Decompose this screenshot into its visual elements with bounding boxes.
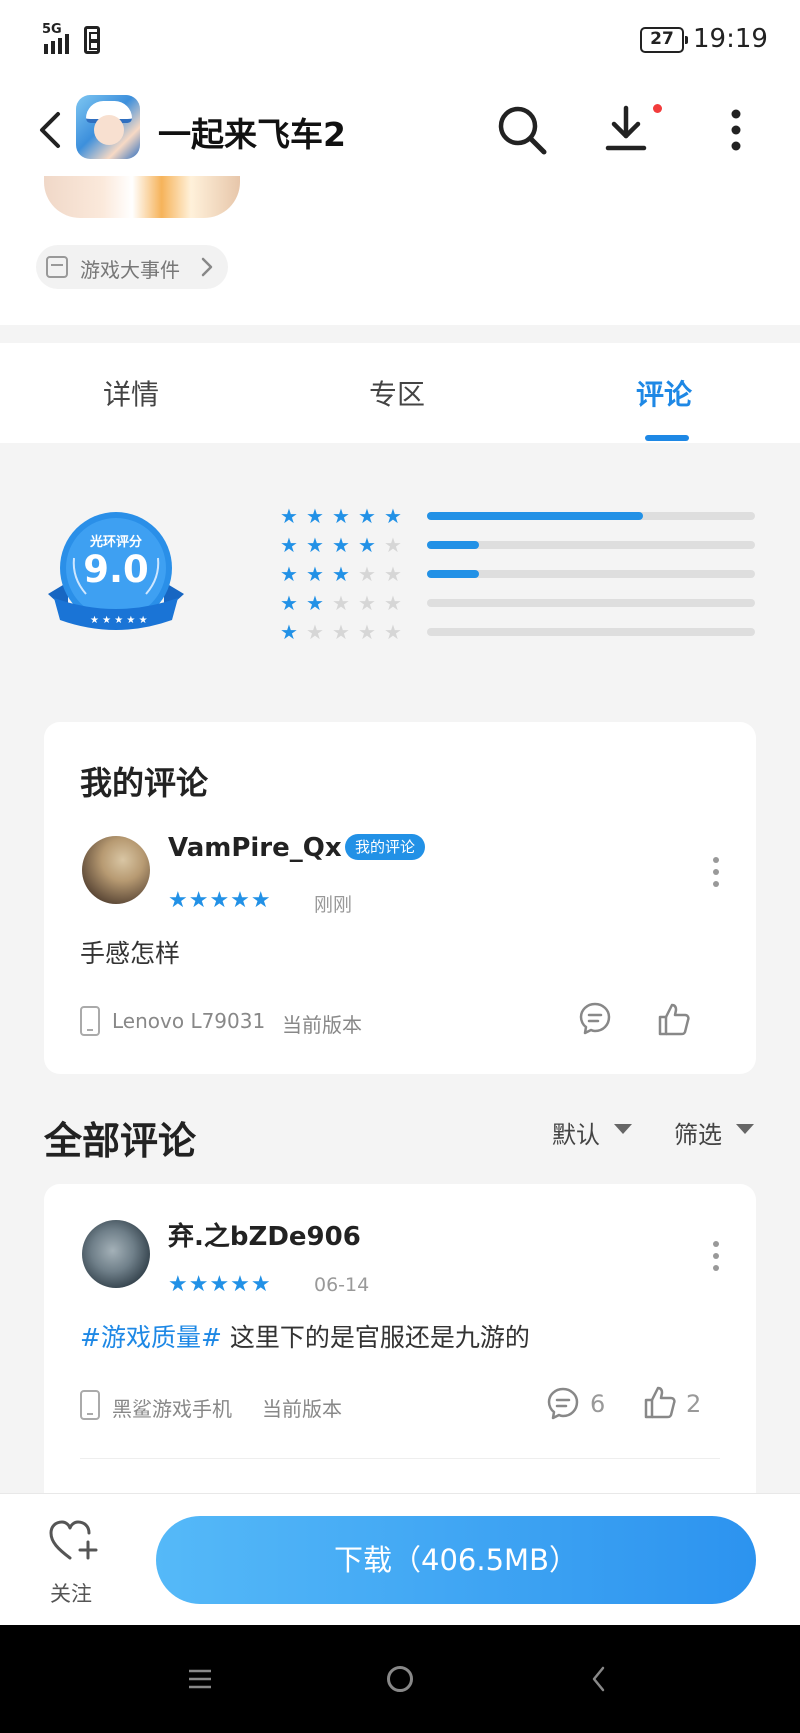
like-count: 2 xyxy=(686,1390,702,1418)
rating-bar-2 xyxy=(427,599,755,607)
star-icon: ★ xyxy=(358,533,376,557)
device-name: Lenovo L79031 xyxy=(112,1009,266,1033)
download-manager-icon[interactable] xyxy=(604,102,658,156)
back-icon[interactable] xyxy=(592,1666,606,1692)
more-vertical-icon[interactable] xyxy=(712,1240,720,1272)
rating-bar-3 xyxy=(427,570,755,578)
star-icon: ★ xyxy=(280,533,298,557)
phone-icon xyxy=(80,1390,100,1420)
star-icon: ★ xyxy=(306,504,324,528)
game-event-label: 游戏大事件 xyxy=(80,258,180,282)
more-vertical-icon[interactable] xyxy=(712,856,720,888)
review-hashtag[interactable]: #游戏质量# xyxy=(80,1323,222,1352)
star-row-2: ★ ★ ★ ★ ★ xyxy=(280,593,410,613)
like-icon[interactable] xyxy=(656,1001,692,1037)
download-button[interactable]: 下载（406.5MB） xyxy=(156,1516,756,1604)
caret-down-icon xyxy=(736,1124,754,1134)
clock: 19:19 xyxy=(693,24,768,54)
back-arrow-icon[interactable] xyxy=(36,110,66,150)
comment-icon[interactable] xyxy=(578,1001,612,1035)
calendar-icon xyxy=(46,256,68,278)
reply-count: 6 xyxy=(590,1390,606,1418)
svg-text:★ ★ ★ ★ ★: ★ ★ ★ ★ ★ xyxy=(90,615,148,626)
rating-bar-1 xyxy=(427,628,755,636)
avatar[interactable] xyxy=(82,836,150,904)
rating-bar-5 xyxy=(427,512,755,520)
battery-icon: 27 xyxy=(640,27,688,53)
my-review-title: 我的评论 xyxy=(80,764,209,802)
chevron-right-icon xyxy=(201,257,213,277)
star-icon: ★ xyxy=(280,562,298,586)
notification-dot xyxy=(653,104,662,113)
divider xyxy=(80,1458,720,1459)
star-icon: ★ xyxy=(332,591,350,615)
star-icon: ★ xyxy=(384,620,402,644)
star-icon: ★ xyxy=(332,562,350,586)
star-icon: ★ xyxy=(332,620,350,644)
username[interactable]: 弃.之bZDe906 xyxy=(168,1216,361,1253)
review-time: 刚刚 xyxy=(314,894,353,916)
star-icon: ★ xyxy=(280,591,298,615)
star-icon: ★ xyxy=(358,562,376,586)
sort-dropdown[interactable]: 默认 xyxy=(552,1115,600,1150)
device-name: 黑鲨游戏手机 xyxy=(112,1397,232,1421)
star-icon: ★ xyxy=(384,591,402,615)
star-icon: ★ xyxy=(332,504,350,528)
review-body: 这里下的是官服还是九游的 xyxy=(229,1323,530,1352)
comment-icon[interactable] xyxy=(546,1386,580,1420)
star-icon: ★ xyxy=(306,562,324,586)
star-icon: ★ xyxy=(358,620,376,644)
app-icon xyxy=(76,95,140,159)
star-icon: ★ xyxy=(384,504,402,528)
star-icon: ★ xyxy=(358,504,376,528)
rating-bar-4 xyxy=(427,541,755,549)
more-vertical-icon[interactable] xyxy=(724,108,748,152)
all-reviews-title: 全部评论 xyxy=(44,1119,197,1163)
star-icon: ★ xyxy=(306,533,324,557)
version-label: 当前版本 xyxy=(282,1013,362,1037)
signal-icon xyxy=(44,34,69,54)
like-icon[interactable] xyxy=(642,1384,678,1420)
sim-card-icon xyxy=(84,26,100,54)
app-title: 一起来飞车2 xyxy=(158,115,346,154)
tab-reviews[interactable]: 评论 xyxy=(636,373,692,413)
star-icon: ★ xyxy=(280,504,298,528)
menu-icon[interactable] xyxy=(188,1669,212,1689)
tab-zone[interactable]: 专区 xyxy=(369,373,425,413)
avatar[interactable] xyxy=(82,1220,150,1288)
star-icon: ★ xyxy=(384,562,402,586)
follow-label[interactable]: 关注 xyxy=(50,1578,92,1608)
tab-details[interactable]: 详情 xyxy=(103,373,159,413)
star-icon: ★ xyxy=(280,620,298,644)
star-icon: ★ xyxy=(332,533,350,557)
username[interactable]: VamPire_Qx xyxy=(168,833,342,863)
search-icon[interactable] xyxy=(496,104,548,156)
star-icon: ★ xyxy=(306,591,324,615)
review-time: 06-14 xyxy=(314,1274,370,1296)
rating-bar-fill xyxy=(427,570,479,578)
rating-score: 9.0 xyxy=(83,548,149,591)
my-review-tag: 我的评论 xyxy=(345,834,426,860)
banner-image[interactable] xyxy=(44,176,240,218)
star-row-1: ★ ★ ★ ★ ★ xyxy=(280,622,410,642)
version-label: 当前版本 xyxy=(262,1397,342,1421)
review-text: #游戏质量# 这里下的是官服还是九游的 xyxy=(80,1318,530,1354)
review-text: 手感怎样 xyxy=(80,939,181,968)
star-row-3: ★ ★ ★ ★ ★ xyxy=(280,564,410,584)
star-icon: ★ xyxy=(358,591,376,615)
star-row-4: ★ ★ ★ ★ ★ xyxy=(280,535,410,555)
tab-indicator xyxy=(645,435,689,441)
caret-down-icon xyxy=(614,1124,632,1134)
star-row-5: ★ ★ ★ ★ ★ xyxy=(280,506,410,526)
filter-dropdown[interactable]: 筛选 xyxy=(674,1115,722,1150)
rating-bar-fill xyxy=(427,541,479,549)
heart-plus-icon[interactable] xyxy=(48,1518,98,1562)
rating-bar-fill xyxy=(427,512,643,520)
home-icon[interactable] xyxy=(387,1666,413,1692)
review-stars: ★★★★★ xyxy=(168,888,272,913)
phone-icon xyxy=(80,1006,100,1036)
review-stars: ★★★★★ xyxy=(168,1272,272,1297)
star-icon: ★ xyxy=(306,620,324,644)
star-icon: ★ xyxy=(384,533,402,557)
